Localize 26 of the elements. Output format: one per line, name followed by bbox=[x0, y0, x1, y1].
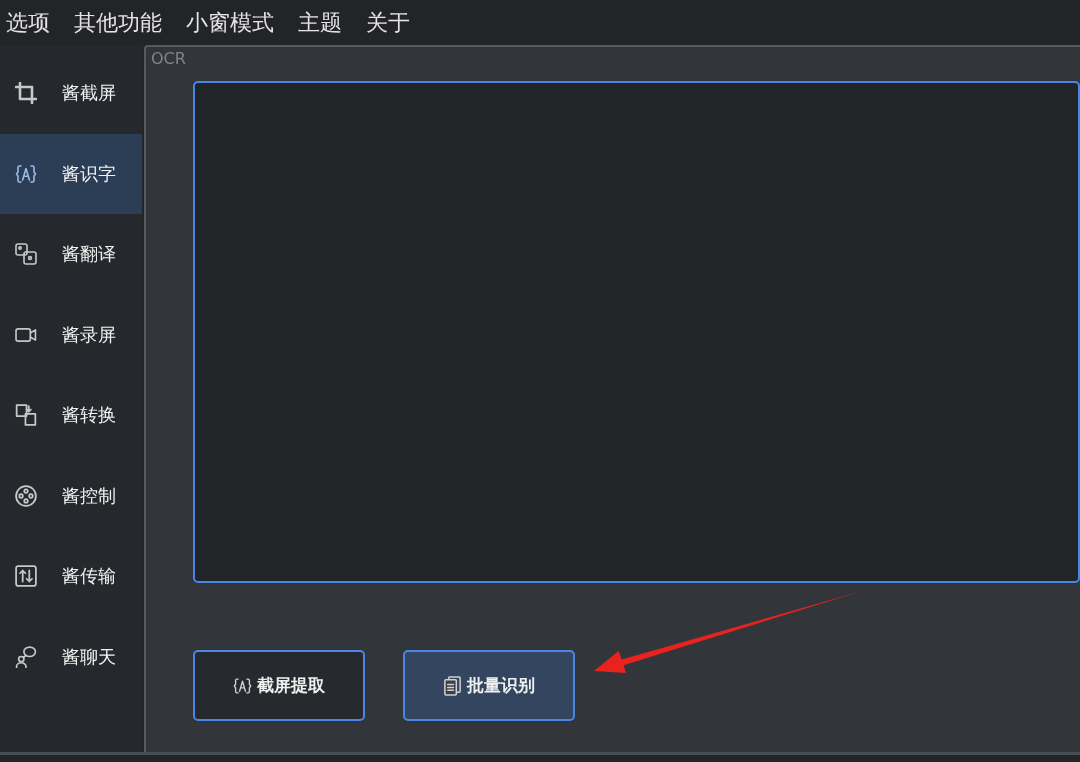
circle-dots-icon bbox=[15, 484, 37, 507]
documents-icon bbox=[15, 404, 37, 427]
text-scan-icon bbox=[233, 675, 252, 696]
document-stack-icon bbox=[443, 675, 462, 696]
sidebar-item[interactable]: 酱录屏 bbox=[0, 294, 142, 375]
menu-item[interactable]: 选项 bbox=[6, 8, 50, 37]
overlapping-squares-icon bbox=[15, 243, 37, 266]
up-down-arrows-icon bbox=[15, 565, 37, 588]
screenshot-extract-button[interactable]: 截屏提取 bbox=[193, 650, 365, 721]
batch-recognize-button[interactable]: 批量识别 bbox=[403, 650, 575, 721]
ocr-output-field[interactable] bbox=[193, 81, 1080, 583]
menu-item[interactable]: 关于 bbox=[366, 8, 410, 37]
person-speech-bubble-icon bbox=[15, 645, 37, 668]
text-scan-icon bbox=[15, 162, 37, 185]
sidebar-item[interactable]: 酱识字 bbox=[0, 133, 142, 214]
menu-item[interactable]: 小窗模式 bbox=[186, 8, 274, 37]
sidebar-item[interactable]: 酱传输 bbox=[0, 536, 142, 617]
menu-item[interactable]: 其他功能 bbox=[74, 8, 162, 37]
sidebar-item[interactable]: 酱截屏 bbox=[0, 53, 142, 134]
sidebar-item[interactable]: 酱翻译 bbox=[0, 214, 142, 295]
sidebar-item[interactable]: 酱转换 bbox=[0, 375, 142, 456]
group-title: OCR bbox=[151, 49, 186, 69]
crop-icon bbox=[15, 82, 37, 105]
menu-item[interactable]: 主题 bbox=[298, 8, 342, 37]
sidebar-item[interactable]: 酱控制 bbox=[0, 455, 142, 536]
sidebar-item[interactable]: 酱聊天 bbox=[0, 616, 142, 697]
